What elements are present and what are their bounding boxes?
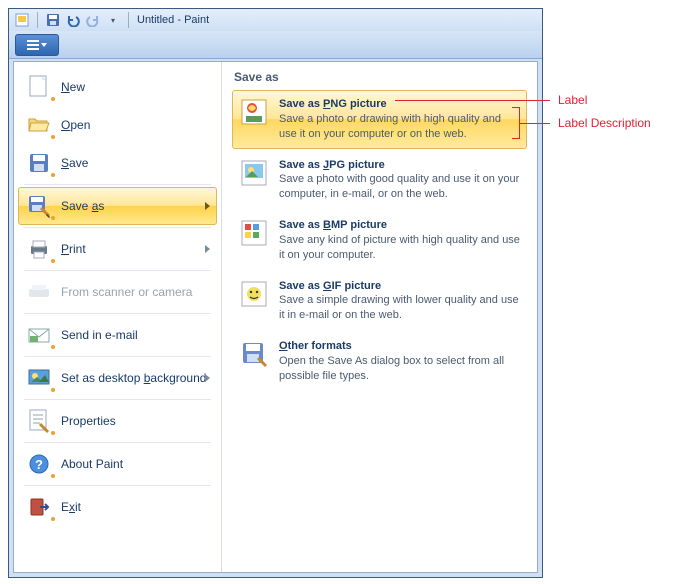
item-description: Save a photo or drawing with high qualit…	[279, 112, 520, 142]
item-label: Save as JPG picture	[279, 158, 520, 173]
menu-desktop-bg[interactable]: Set as desktop background	[18, 359, 217, 397]
submenu-arrow-icon	[205, 245, 210, 253]
menu-save-as[interactable]: Save as	[18, 187, 217, 225]
paint-app-icon	[13, 11, 31, 29]
email-icon	[27, 323, 51, 347]
save-as-icon	[27, 194, 51, 218]
menu-scanner: From scanner or camera	[18, 273, 217, 311]
item-label: Other formats	[279, 339, 520, 354]
item-description: Save any kind of picture with high quali…	[279, 233, 520, 263]
redo-icon[interactable]	[84, 11, 102, 29]
save-as-png[interactable]: Save as PNG picture Save a photo or draw…	[232, 90, 527, 149]
save-disk-icon	[27, 151, 51, 175]
window-title: Untitled - Paint	[137, 14, 209, 26]
file-menu-left: New Open Save Save as	[14, 62, 222, 572]
save-as-bmp[interactable]: Save as BMP picture Save any kind of pic…	[232, 211, 527, 270]
bmp-format-icon	[239, 218, 271, 250]
annotation-line-desc	[520, 123, 550, 124]
other-formats-icon	[239, 339, 271, 371]
file-menu-button[interactable]	[15, 34, 59, 56]
undo-icon[interactable]	[64, 11, 82, 29]
save-as-jpg[interactable]: Save as JPG picture Save a photo with go…	[232, 151, 527, 210]
desktop-bg-icon	[27, 366, 51, 390]
open-folder-icon	[27, 113, 51, 137]
printer-icon	[27, 237, 51, 261]
submenu-arrow-icon	[205, 202, 210, 210]
item-label: Save as BMP picture	[279, 218, 520, 233]
submenu-title: Save as	[232, 70, 527, 84]
annotation-description: Label Description	[558, 116, 651, 130]
app-window: ▾ Untitled - Paint New Open Save	[8, 8, 543, 578]
chevron-down-icon	[41, 43, 47, 47]
item-description: Open the Save As dialog box to select fr…	[279, 354, 520, 384]
item-label: Save as GIF picture	[279, 279, 520, 294]
menu-save[interactable]: Save	[18, 144, 217, 182]
annotation-line-label	[395, 100, 550, 101]
save-icon[interactable]	[44, 11, 62, 29]
help-icon: ?	[27, 452, 51, 476]
menu-open[interactable]: Open	[18, 106, 217, 144]
exit-icon	[27, 495, 51, 519]
menu-print[interactable]: Print	[18, 230, 217, 268]
annotation-bracket	[512, 107, 520, 139]
item-description: Save a photo with good quality and use i…	[279, 172, 520, 202]
gif-format-icon	[239, 279, 271, 311]
jpg-format-icon	[239, 158, 271, 190]
menu-new[interactable]: New	[18, 68, 217, 106]
file-menu-panel: New Open Save Save as	[13, 61, 538, 573]
new-file-icon	[27, 75, 51, 99]
titlebar: ▾ Untitled - Paint	[9, 9, 542, 31]
qat-customize-icon[interactable]: ▾	[104, 11, 122, 29]
save-as-submenu: Save as Save as PNG picture Save a photo…	[222, 62, 537, 572]
menu-about[interactable]: ? About Paint	[18, 445, 217, 483]
properties-icon	[27, 409, 51, 433]
save-as-other[interactable]: Other formats Open the Save As dialog bo…	[232, 332, 527, 391]
ribbon-bar	[9, 31, 542, 59]
annotation-label: Label	[558, 93, 587, 107]
menu-exit[interactable]: Exit	[18, 488, 217, 526]
save-as-gif[interactable]: Save as GIF picture Save a simple drawin…	[232, 272, 527, 331]
item-description: Save a simple drawing with lower quality…	[279, 293, 520, 323]
png-format-icon	[239, 97, 271, 129]
svg-text:?: ?	[35, 457, 43, 472]
menu-send-email[interactable]: Send in e-mail	[18, 316, 217, 354]
menu-properties[interactable]: Properties	[18, 402, 217, 440]
submenu-arrow-icon	[205, 374, 210, 382]
scanner-icon	[27, 280, 51, 304]
